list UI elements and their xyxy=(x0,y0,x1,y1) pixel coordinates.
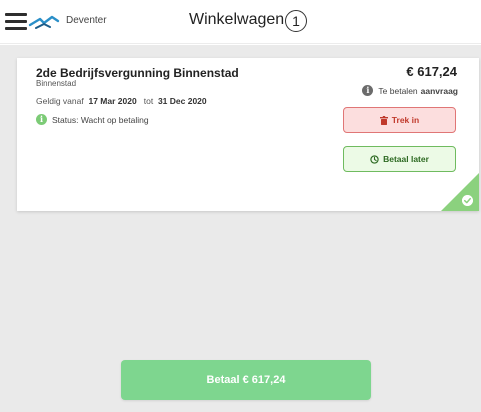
check-icon xyxy=(462,195,473,206)
info-icon: i xyxy=(362,85,374,96)
city-label: Deventer xyxy=(66,15,107,26)
payment-note: i Te betalen aanvraag xyxy=(362,85,458,96)
validity-period: Geldig vanaf 17 Mar 2020 tot 31 Dec 2020 xyxy=(36,96,207,106)
valid-to-date: 31 Dec 2020 xyxy=(157,96,207,106)
status-row: i Status: Wacht op betaling xyxy=(36,114,149,125)
permit-area: Binnenstad xyxy=(36,79,77,88)
item-price: € 617,24 xyxy=(406,64,457,79)
valid-from-date: 17 Mar 2020 xyxy=(88,96,137,106)
menu-icon[interactable] xyxy=(5,13,27,31)
valid-from-label: Geldig vanaf xyxy=(36,96,84,106)
pay-later-button[interactable]: Betaal later xyxy=(343,146,456,172)
page-title: Winkelwagen xyxy=(189,11,285,28)
cart-content: 2de Bedrijfsvergunning Binnenstad Binnen… xyxy=(0,45,481,412)
status-text: Status: Wacht op betaling xyxy=(52,114,149,125)
pay-note-prefix: Te betalen xyxy=(378,85,418,96)
cart-item-card: 2de Bedrijfsvergunning Binnenstad Binnen… xyxy=(17,58,479,211)
withdraw-label: Trek in xyxy=(391,115,420,125)
valid-to-label: tot xyxy=(143,96,154,106)
pay-button[interactable]: Betaal € 617,24 xyxy=(121,360,371,400)
logo-icon xyxy=(28,15,60,29)
trash-icon xyxy=(379,115,388,125)
info-icon: i xyxy=(36,114,47,125)
pay-later-label: Betaal later xyxy=(383,154,429,164)
selected-corner xyxy=(441,173,479,211)
withdraw-button[interactable]: Trek in xyxy=(343,107,456,133)
clock-icon xyxy=(370,154,379,164)
permit-name: 2de Bedrijfsvergunning Binnenstad xyxy=(36,66,239,80)
pay-note-bold: aanvraag xyxy=(420,85,458,96)
app-header: Deventer Winkelwagen 1 xyxy=(0,0,481,44)
cart-count-badge: 1 xyxy=(285,10,307,32)
